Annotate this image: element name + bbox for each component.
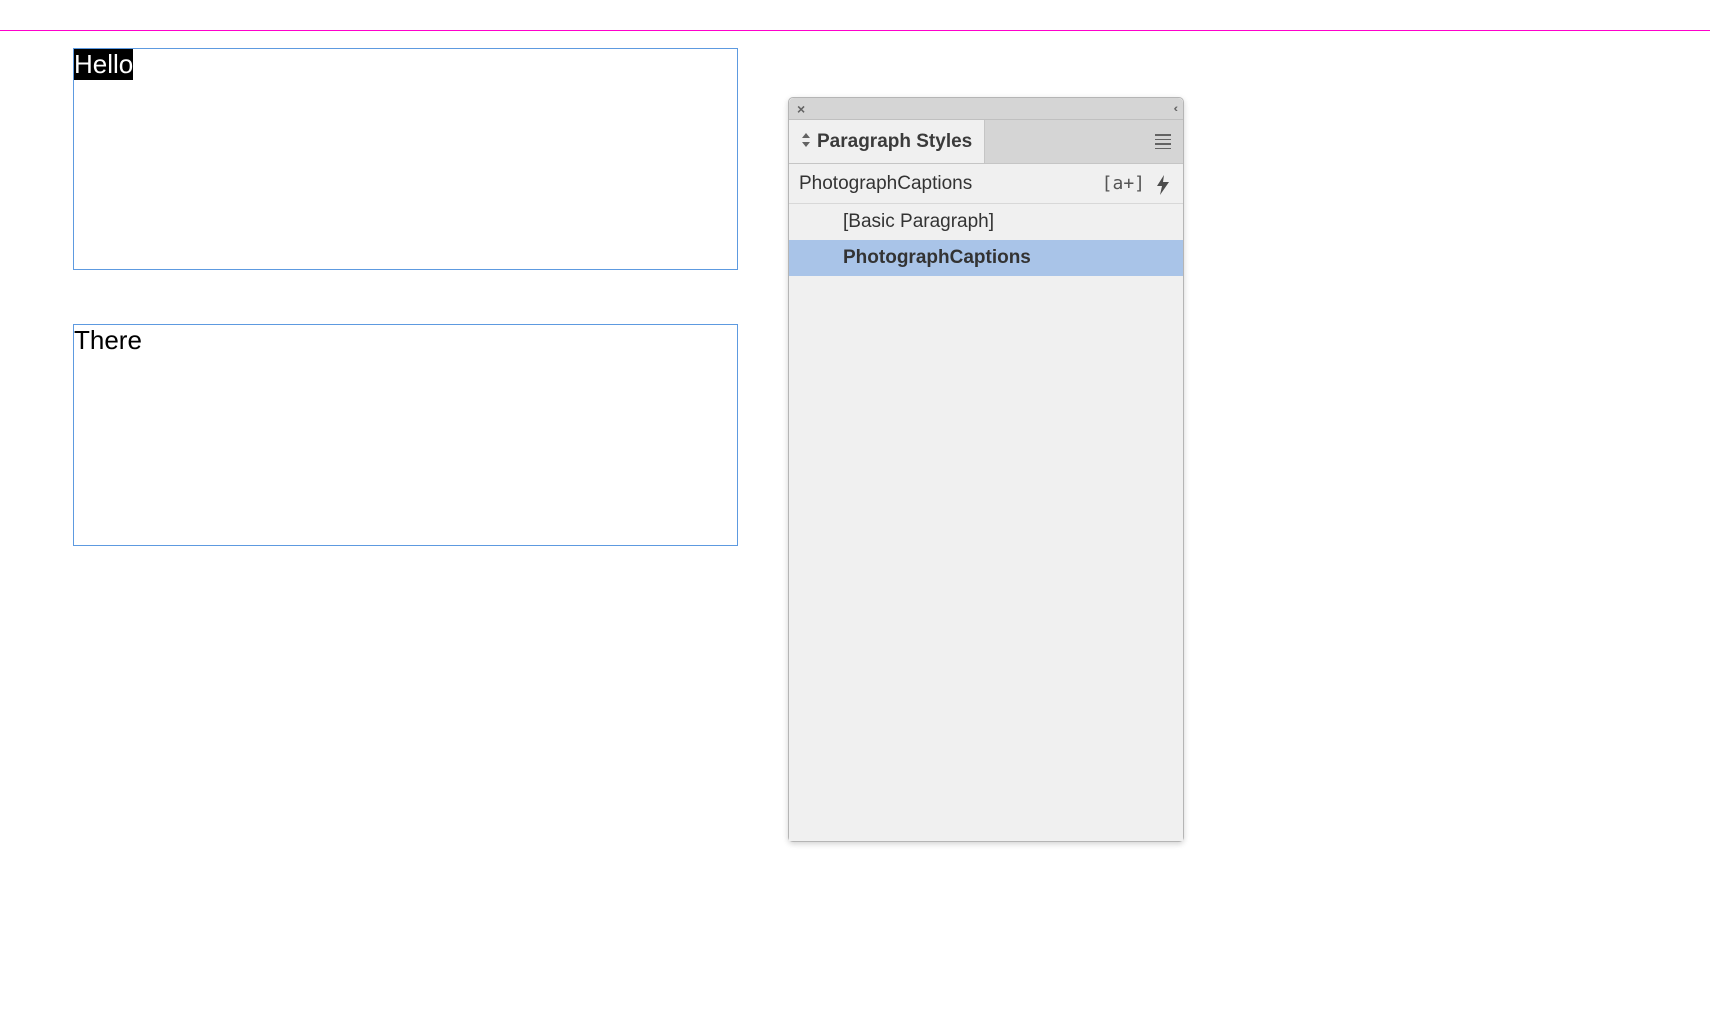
paragraph-styles-panel: × ‹‹ Paragraph Styles PhotographCaptions… (788, 97, 1184, 842)
text-frame-1-content[interactable]: Hello (74, 49, 133, 80)
panel-menu-icon[interactable] (1143, 120, 1183, 163)
style-item-label: [Basic Paragraph] (843, 211, 994, 233)
text-frame-1[interactable]: Hello (73, 48, 738, 270)
style-item-photograph-captions[interactable]: PhotographCaptions (789, 240, 1183, 276)
tab-label: Paragraph Styles (817, 131, 972, 153)
current-style-name: PhotographCaptions (799, 173, 1092, 195)
style-item-label: PhotographCaptions (843, 247, 1031, 269)
style-item-basic-paragraph[interactable]: [Basic Paragraph] (789, 204, 1183, 240)
quick-apply-icon[interactable] (1155, 175, 1173, 193)
panel-tabstrip: Paragraph Styles (789, 120, 1183, 164)
style-list: [Basic Paragraph] PhotographCaptions (789, 204, 1183, 841)
tab-paragraph-styles[interactable]: Paragraph Styles (789, 120, 985, 163)
close-icon[interactable]: × (797, 102, 805, 116)
panel-titlebar[interactable]: × ‹‹ (789, 98, 1183, 120)
clear-overrides-icon[interactable]: [a+] (1102, 173, 1145, 194)
text-frame-2[interactable]: There (73, 324, 738, 546)
current-style-row: PhotographCaptions [a+] (789, 164, 1183, 204)
collapse-panel-icon[interactable]: ‹‹ (1174, 103, 1175, 115)
expand-collapse-icon (801, 133, 811, 150)
text-frame-2-content[interactable]: There (74, 325, 142, 355)
horizontal-guide (0, 30, 1710, 31)
